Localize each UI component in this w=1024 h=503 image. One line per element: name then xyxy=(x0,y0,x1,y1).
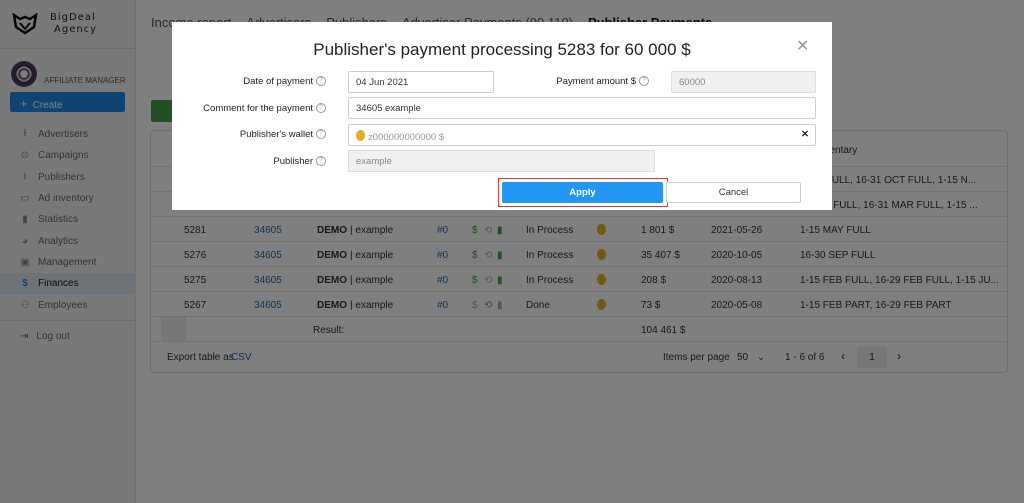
wallet-label: Publisher's wallet? xyxy=(240,129,326,140)
date-label: Date of payment? xyxy=(243,76,326,87)
publisher-label: Publisher? xyxy=(273,156,326,167)
modal-title: Publisher's payment processing 5283 for … xyxy=(313,40,691,59)
comment-label: Comment for the payment? xyxy=(203,103,326,114)
help-icon[interactable]: ? xyxy=(316,76,326,87)
help-icon[interactable]: ? xyxy=(316,129,326,140)
comment-input[interactable]: 34605 example xyxy=(348,97,816,119)
date-of-payment-input[interactable]: 04 Jun 2021 xyxy=(348,71,494,93)
payment-amount-input: 60000 xyxy=(671,71,816,93)
amount-label: Payment amount $? xyxy=(556,76,649,87)
apply-button[interactable]: Apply xyxy=(502,182,663,203)
help-icon[interactable]: ? xyxy=(316,103,326,114)
wallet-coin-icon xyxy=(356,130,365,141)
help-icon[interactable]: ? xyxy=(316,156,326,167)
help-icon[interactable]: ? xyxy=(639,76,649,87)
publisher-input: example xyxy=(348,150,655,172)
clear-icon[interactable]: ✕ xyxy=(801,129,809,140)
close-icon[interactable]: ✕ xyxy=(796,36,809,56)
payment-modal: Publisher's payment processing 5283 for … xyxy=(172,22,832,210)
wallet-value: z000000000000 $ xyxy=(368,132,445,143)
wallet-select[interactable]: z000000000000 $ ✕ xyxy=(348,124,816,146)
cancel-button[interactable]: Cancel xyxy=(666,182,801,203)
